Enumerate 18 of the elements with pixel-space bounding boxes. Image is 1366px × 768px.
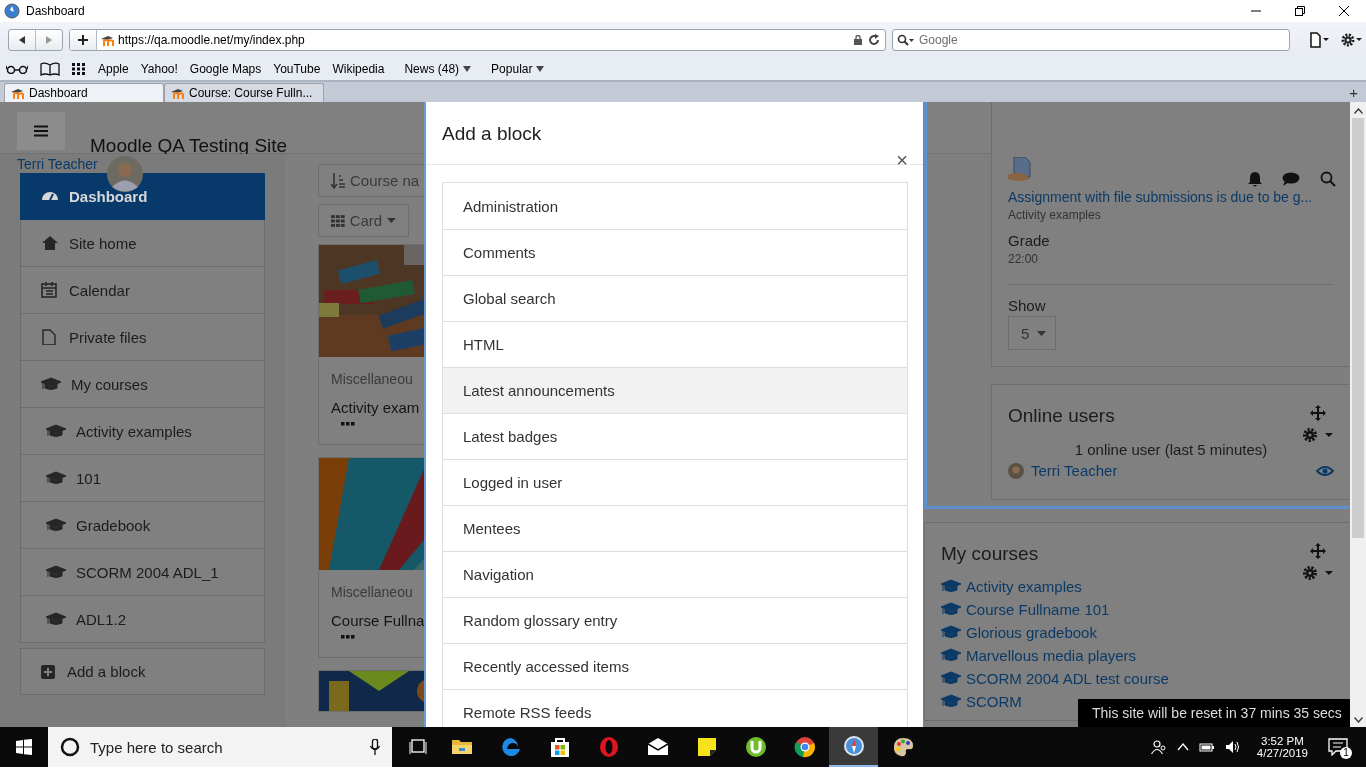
course-label: Activity examples (1008, 208, 1102, 222)
notification-count: 1 (1340, 747, 1352, 759)
course-category: Miscellaneou (331, 584, 414, 600)
window-title: Dashboard (26, 4, 86, 18)
online-summary: 1 online user (last 5 minutes) (1073, 441, 1269, 458)
url-text: https://qa.moodle.net/my/index.php (118, 33, 305, 47)
clock-time: 3:52 PM (1261, 735, 1304, 747)
grade-label: Grade (1008, 232, 1051, 249)
show-label: Show (1008, 297, 1047, 314)
search-placeholder: Type here to search (90, 738, 223, 756)
due-time: 22:00 (1008, 252, 1040, 266)
reset-toast: This site will be reset in 37 mins 35 secs (1078, 699, 1350, 727)
clock-date: 4/27/2019 (1256, 747, 1308, 759)
block-title: Online users (1008, 405, 1116, 427)
modal-title: Add a block (442, 123, 542, 145)
block-title: My courses (941, 543, 1040, 565)
course-category: Miscellaneou (331, 371, 414, 387)
search-placeholder: Google (919, 33, 958, 47)
